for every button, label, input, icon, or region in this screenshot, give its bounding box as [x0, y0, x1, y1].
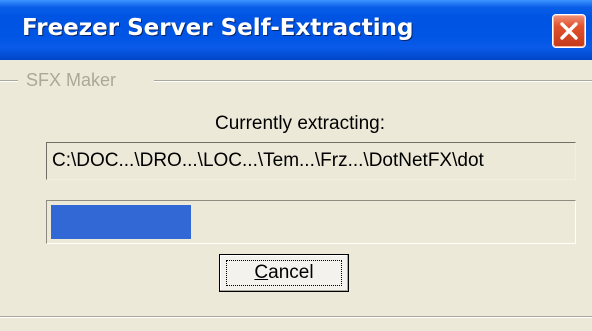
- cancel-button[interactable]: Cancel: [219, 254, 349, 292]
- sfx-dialog-window: Freezer Server Self-Extracting SFX Maker…: [0, 0, 592, 331]
- window-title: Freezer Server Self-Extracting: [22, 15, 414, 41]
- current-file-path: C:\DOC...\DRO...\LOC...\Tem...\Frz...\Do…: [52, 150, 484, 171]
- status-label: Currently extracting:: [214, 113, 385, 134]
- current-file-path-field: C:\DOC...\DRO...\LOC...\Tem...\Frz...\Do…: [46, 142, 576, 180]
- group-label: SFX Maker: [26, 70, 117, 90]
- group-divider: [154, 80, 592, 82]
- group-divider-left: [0, 80, 18, 82]
- bottom-divider: [0, 316, 592, 318]
- close-button[interactable]: [552, 14, 586, 48]
- close-icon: [560, 22, 578, 40]
- cancel-button-label: Cancel: [220, 262, 348, 284]
- title-bar[interactable]: Freezer Server Self-Extracting: [0, 0, 592, 60]
- extraction-progress-bar: [46, 200, 576, 244]
- cancel-label-rest: ancel: [268, 262, 314, 283]
- cancel-mnemonic: C: [254, 262, 269, 283]
- progress-bar-fill: [51, 205, 191, 239]
